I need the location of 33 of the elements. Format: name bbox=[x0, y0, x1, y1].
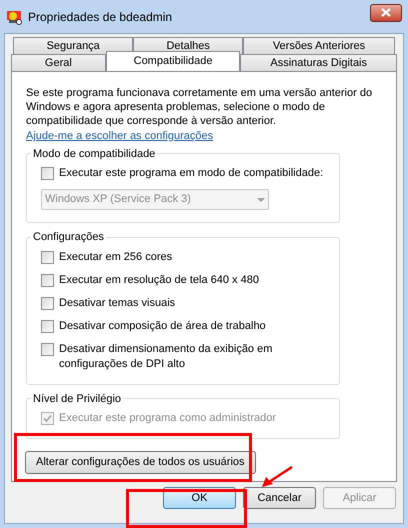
checkbox-label: Executar em resolução de tela 640 x 480 bbox=[59, 272, 259, 288]
tab[interactable]: Versões Anteriores bbox=[242, 37, 395, 54]
checkbox-label: Executar este programa em modo de compatibilidade: bbox=[59, 166, 324, 181]
tab[interactable]: Assinaturas Digitais bbox=[240, 54, 397, 71]
checkbox-label: Executar este programa como administrador bbox=[59, 411, 276, 426]
group-title: Configurações bbox=[32, 230, 105, 245]
help-link[interactable]: Ajude-me a escolher as configurações bbox=[26, 130, 214, 142]
checkbox-label: Desativar dimensionamento da exibição em configurações de DPI alto bbox=[59, 342, 274, 372]
group-title: Nível de Privilégio bbox=[32, 392, 122, 406]
checkbox[interactable] bbox=[41, 296, 54, 310]
checkbox[interactable] bbox=[41, 167, 54, 180]
tab[interactable]: Segurança bbox=[13, 37, 134, 54]
group-title: Modo de compatibilidade bbox=[32, 146, 156, 162]
checkbox[interactable] bbox=[41, 342, 54, 356]
change-all-users-button[interactable]: Alterar configurações de todos os usuários bbox=[25, 451, 256, 474]
checkbox[interactable] bbox=[41, 250, 54, 264]
checkbox-label: Executar em 256 cores bbox=[59, 250, 172, 264]
arrow-icon bbox=[261, 466, 293, 488]
checkmark-icon bbox=[43, 414, 52, 423]
checkbox[interactable] bbox=[41, 274, 54, 286]
checkbox-label: Desativar temas visuais bbox=[59, 296, 176, 310]
checkbox-label: Desativar composição de área de trabalho bbox=[59, 318, 266, 334]
close-button[interactable] bbox=[370, 4, 402, 22]
dialog-button[interactable]: Cancelar bbox=[243, 487, 316, 509]
close-icon bbox=[381, 8, 391, 17]
checkbox[interactable] bbox=[41, 320, 54, 332]
dropdown-value: Windows XP (Service Pack 3) bbox=[45, 192, 191, 208]
intro-text: Se este programa funcionava corretamente em uma versão anterior do Windows e agora apresenta problemas, selecione o modo de compatibilidade que corresponde à versão anterior. bbox=[26, 86, 374, 128]
dropdown-arrow-icon bbox=[257, 198, 265, 202]
app-icon bbox=[6, 8, 22, 24]
window-title: Propriedades de bdeadmin bbox=[28, 8, 172, 26]
tab[interactable]: Compatibilidade bbox=[106, 51, 240, 71]
tab[interactable]: Geral bbox=[11, 54, 106, 71]
